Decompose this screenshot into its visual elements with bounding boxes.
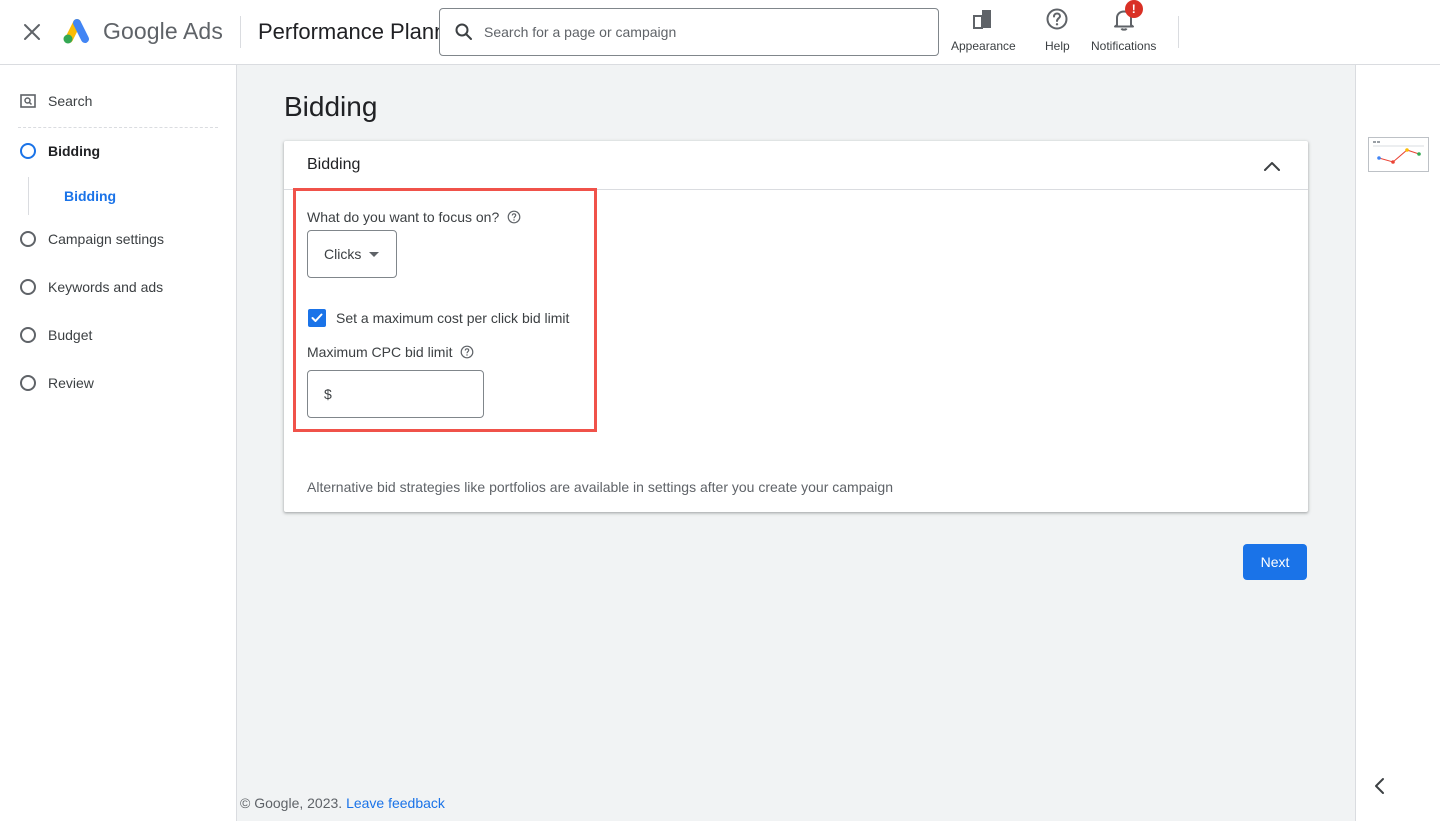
close-icon	[24, 24, 40, 40]
sidebar-item-review[interactable]: Review	[20, 375, 94, 391]
max-cpc-checkbox[interactable]	[308, 309, 326, 327]
brand-name: Google Ads	[103, 18, 223, 44]
sidebar-item-label: Search	[48, 93, 93, 109]
card-title: Bidding	[307, 156, 361, 173]
help-circle-icon	[461, 345, 474, 359]
google-ads-logo	[63, 19, 89, 44]
sidebar-item-label: Bidding	[48, 143, 101, 159]
cpc-help-button[interactable]	[460, 345, 474, 359]
close-button[interactable]	[18, 18, 46, 46]
expand-panel-button[interactable]	[1366, 773, 1392, 799]
help-label: Help	[1045, 39, 1070, 53]
search-box[interactable]	[439, 8, 939, 56]
app-header: Google Ads Performance Planner Appearanc…	[0, 0, 1440, 65]
focus-help-button[interactable]	[507, 210, 521, 224]
nav-separator	[18, 127, 218, 128]
sidebar-subitem-bidding[interactable]: Bidding	[64, 188, 116, 204]
search-icon	[455, 23, 472, 40]
search-input[interactable]	[484, 24, 924, 40]
notifications-button[interactable]: ! Notifications	[1091, 0, 1157, 56]
focus-label-text: What do you want to focus on?	[307, 209, 500, 225]
header-divider-right	[1178, 16, 1179, 48]
appearance-button[interactable]: Appearance	[951, 6, 1016, 56]
page-title: Bidding	[284, 91, 378, 122]
notifications-label: Notifications	[1091, 39, 1157, 53]
sidebar-item-keywords-and-ads[interactable]: Keywords and ads	[20, 279, 163, 295]
header-divider	[240, 16, 241, 48]
help-button[interactable]: Help	[1045, 6, 1070, 56]
side-navigation: Search Bidding Bidding Campaign settings…	[0, 65, 237, 821]
sidebar-item-label: Budget	[48, 327, 93, 343]
card-header[interactable]: Bidding	[284, 141, 1308, 190]
product-title: Performance Planner	[258, 19, 440, 44]
step-radio-icon	[20, 231, 36, 247]
search-nav-icon	[20, 94, 36, 108]
bid-strategy-footnote: Alternative bid strategies like portfoli…	[307, 479, 893, 495]
sub-nav-line	[28, 177, 29, 215]
sidebar-item-bidding[interactable]: Bidding	[20, 143, 100, 159]
chevron-up-icon	[1264, 162, 1280, 171]
step-radio-icon	[20, 143, 36, 159]
cpc-label-text: Maximum CPC bid limit	[307, 344, 453, 360]
copyright-text: © Google, 2023.	[240, 795, 343, 811]
max-cpc-input-box[interactable]: $	[307, 370, 484, 418]
leave-feedback-link[interactable]: Leave feedback	[346, 795, 445, 811]
max-cpc-input[interactable]	[337, 386, 468, 402]
chart-preview-icon	[1373, 141, 1424, 164]
next-button[interactable]: Next	[1243, 544, 1307, 580]
collapse-button[interactable]	[1259, 153, 1285, 179]
sidebar-item-label: Keywords and ads	[48, 279, 164, 295]
cpc-field-label: Maximum CPC bid limit	[307, 344, 474, 360]
help-icon	[1046, 8, 1068, 30]
focus-dropdown[interactable]: Clicks	[307, 230, 397, 278]
step-radio-icon	[20, 327, 36, 343]
focus-dropdown-value: Clicks	[324, 246, 362, 262]
check-icon	[311, 313, 323, 322]
notification-badge: !	[1124, 0, 1143, 18]
main-content: Bidding Bidding What do you want to focu…	[237, 65, 1355, 821]
caret-down-icon	[369, 251, 380, 257]
appearance-icon	[973, 10, 992, 29]
bidding-card: Bidding What do you want to focus on? Cl…	[284, 141, 1308, 512]
chart-thumbnail[interactable]	[1368, 137, 1429, 172]
sidebar-item-label: Campaign settings	[48, 231, 164, 247]
appearance-label: Appearance	[951, 39, 1016, 53]
chevron-left-icon	[1375, 778, 1384, 794]
currency-symbol: $	[324, 386, 332, 402]
page-footer: © Google, 2023. Leave feedback	[240, 795, 445, 811]
focus-field-label: What do you want to focus on?	[307, 209, 521, 225]
step-radio-icon	[20, 279, 36, 295]
step-radio-icon	[20, 375, 36, 391]
max-cpc-checkbox-label[interactable]: Set a maximum cost per click bid limit	[336, 310, 569, 326]
sidebar-item-budget[interactable]: Budget	[20, 327, 92, 343]
help-circle-icon	[507, 210, 521, 224]
right-side-panel	[1355, 65, 1440, 821]
sidebar-item-label: Review	[48, 375, 94, 391]
sidebar-item-campaign-settings[interactable]: Campaign settings	[20, 231, 164, 247]
sidebar-item-search[interactable]: Search	[20, 93, 92, 109]
